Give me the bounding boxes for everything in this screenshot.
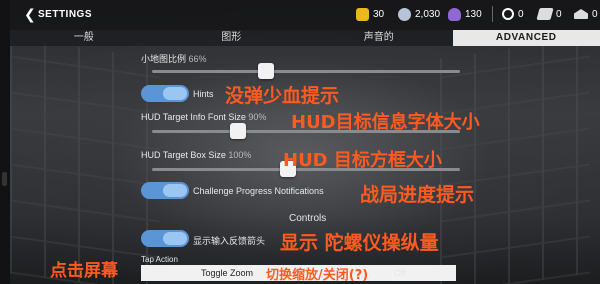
hud-font-size-handle[interactable] [230,123,246,139]
tap-action-label: Tap Action [141,255,178,264]
profile-value: 0 [518,8,524,20]
gems-value: 130 [465,8,482,20]
tab-general[interactable]: 一般 [10,30,158,46]
minimap-scale-name: 小地图比例 [141,54,187,64]
hints-label: Hints [193,89,214,99]
gold-icon [356,7,369,21]
credits-value: 2,030 [415,8,441,20]
drone-icon [536,8,554,20]
minimap-scale-handle[interactable] [258,63,274,79]
divider [492,6,493,22]
page-title[interactable]: SETTINGS [38,9,92,20]
gems-counter[interactable]: 130 [448,6,482,22]
drone-counter[interactable]: 0 [536,6,562,22]
credits-icon [398,7,411,21]
challenge-progress-label: Challenge Progress Notifications [193,186,324,196]
input-arrow-toggle[interactable] [141,230,189,247]
annotation-challenge: 战局进度提示 [360,184,475,206]
minimap-scale-slider[interactable] [152,70,460,73]
annotation-toggle-zoom: 切换缩放/关闭(?) [266,268,369,283]
challenge-progress-toggle[interactable] [141,182,189,199]
annotation-input-arrow: 显示 陀螺仪操纵量 [280,232,439,254]
hangar-counter[interactable]: 0 [574,6,598,22]
hints-toggle[interactable] [141,85,189,102]
toggle-knob [163,87,187,100]
device-bezel [0,0,10,284]
profile-counter[interactable]: 0 [502,6,524,22]
controls-section-heading: Controls [289,213,327,224]
hud-font-size-value: 90% [248,112,267,122]
profile-icon [502,8,514,20]
annotation-hud-box: HUD 目标方框大小 [283,150,442,171]
gold-counter[interactable]: 30 [356,6,384,22]
hangar-wall-left [10,37,160,284]
top-bar: ❮ SETTINGS 30 2,030 130 0 0 0 [10,0,600,30]
hud-font-size-label: HUD Target Info Font Size 90% [141,112,266,122]
tab-graphics[interactable]: 图形 [158,30,306,46]
toggle-knob [163,184,187,197]
annotation-tap-screen: 点击屏幕 [50,261,118,281]
hud-box-size-value: 100% [228,150,252,160]
hud-box-size-name: HUD Target Box Size [141,150,226,160]
hangar-value: 0 [592,8,598,20]
tab-advanced[interactable]: ADVANCED [452,30,600,46]
back-arrow-icon[interactable]: ❮ [24,6,36,23]
off-option[interactable]: Off [394,268,406,278]
input-arrow-label: 显示输入反馈箭头 [193,236,266,246]
bezel-notch [2,172,7,186]
hud-font-size-name: HUD Target Info Font Size [141,112,246,122]
annotation-hints: 没弹少血提示 [225,85,340,107]
toggle-knob [163,232,187,245]
credits-counter[interactable]: 2,030 [398,6,440,22]
minimap-scale-value: 66% [188,54,207,64]
hud-box-size-label: HUD Target Box Size 100% [141,150,251,160]
settings-tabs: 一般 图形 声音的 ADVANCED [10,30,600,46]
drone-value: 0 [556,8,562,20]
gems-icon [448,7,461,21]
hangar-wall-right [440,37,590,284]
minimap-scale-label: 小地图比例 66% [141,52,207,65]
hangar-icon [574,9,588,19]
tab-sound[interactable]: 声音的 [305,30,453,46]
annotation-hud-font: HUD目标信息字体大小 [291,112,480,133]
gold-value: 30 [373,8,385,20]
